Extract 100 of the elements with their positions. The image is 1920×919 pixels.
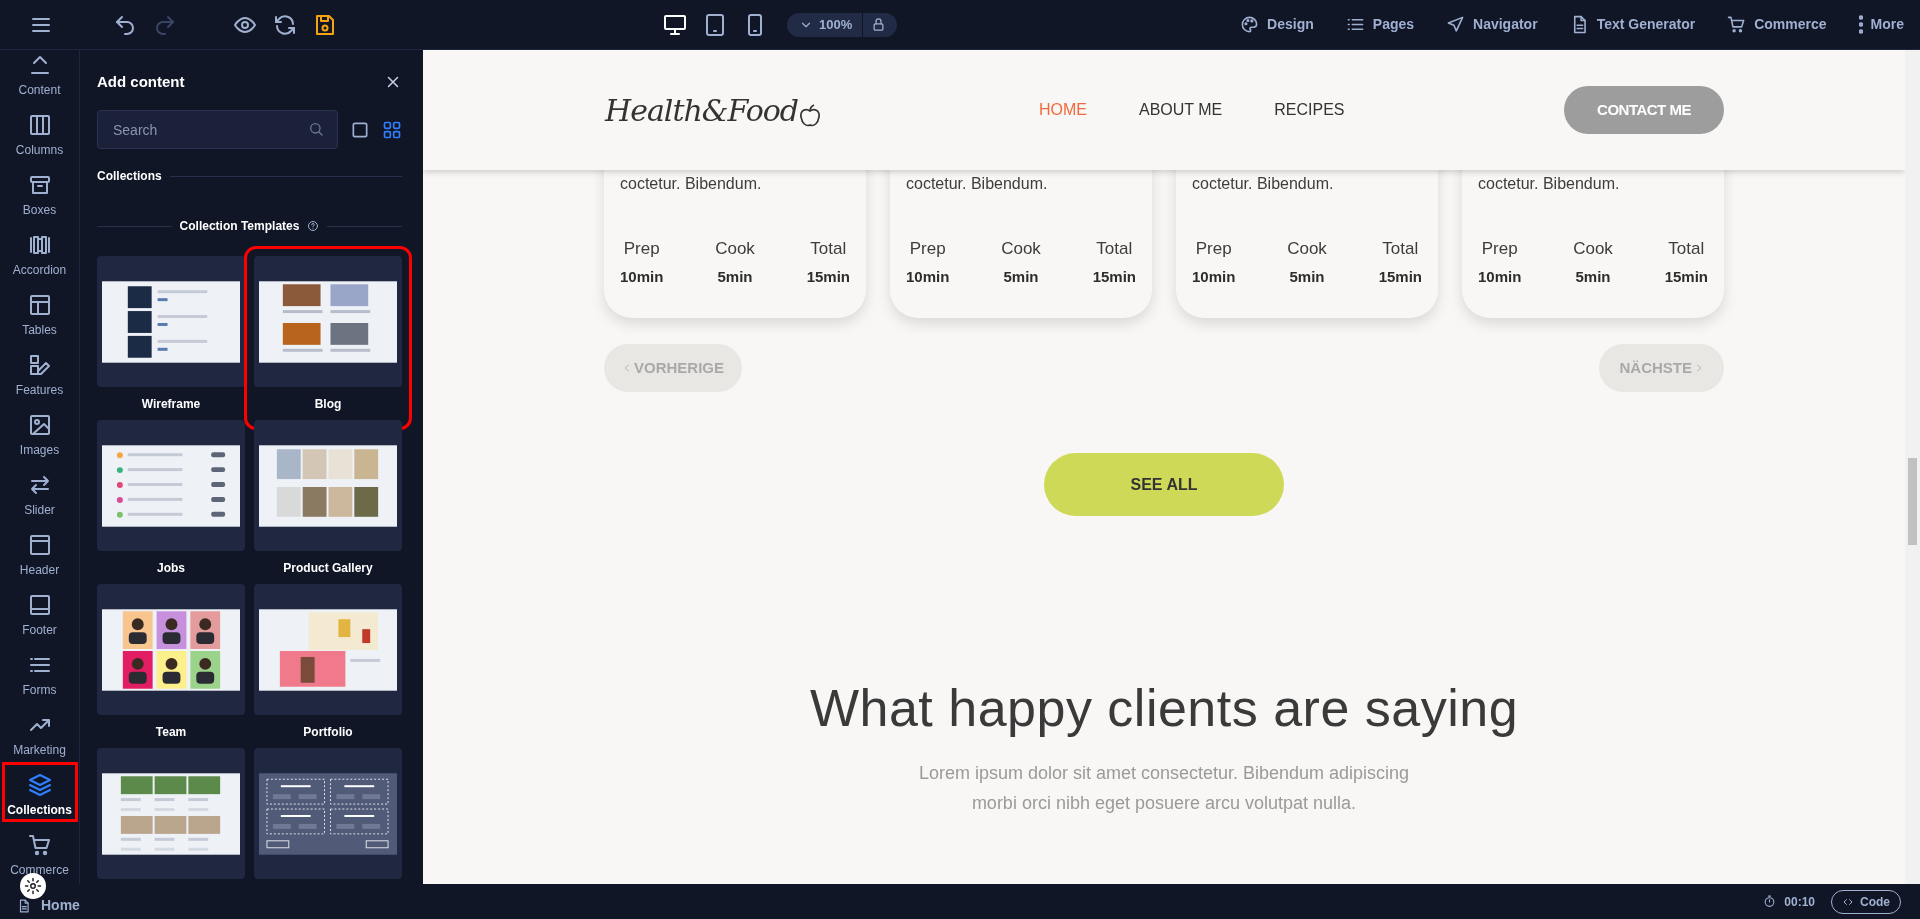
stat-label: Total [1668,238,1705,260]
card-text: coctetur. Bibendum. [1192,174,1335,194]
timer-text: 00:10 [1784,893,1815,911]
search-field[interactable]: Search [97,110,338,149]
sidebar-item[interactable]: Boxes [1,162,78,222]
more-icon [1858,15,1863,34]
section-heading: Collection Templates [179,218,300,235]
sidebar-item[interactable]: Collections [1,762,78,822]
stat-label: Cook [1001,238,1041,260]
stat-value: 5min [1575,266,1611,287]
nav-link[interactable]: ABOUT ME [1139,98,1223,122]
stat-value: 15min [1664,266,1708,287]
document-icon [17,898,31,913]
sidebar-item[interactable]: Tables [1,282,78,342]
palette-icon [1240,15,1260,34]
help-icon [307,220,320,232]
card-text: coctetur. Bibendum. [1478,174,1621,194]
sidebar-item[interactable]: Content [1,50,78,102]
card-text: coctetur. Bibendum. [906,174,1049,194]
search-icon [308,121,324,137]
refresh-button[interactable] [273,12,297,37]
layers-icon [27,773,52,797]
sidebar-item[interactable]: Columns [1,102,78,162]
menu-item[interactable]: More [1858,14,1904,35]
features-icon [27,353,52,377]
footer-layout-icon [27,593,52,617]
sidebar-item[interactable]: Commerce [1,822,78,882]
accordion-icon [27,233,52,257]
stat-value: 15min [806,266,850,287]
sidebar-item[interactable]: Images [1,402,78,462]
logo[interactable]: Health&Food [605,87,798,133]
see-all-button[interactable]: SEE ALL [1044,453,1284,516]
sidebar-item[interactable]: Header [1,522,78,582]
stat-value: 15min [1378,266,1422,287]
grid-view-button[interactable] [382,119,402,140]
page-name[interactable]: Home [41,895,80,916]
stat-value: 10min [1192,266,1236,287]
sidebar-item[interactable]: Features [1,342,78,402]
sidebar-item[interactable]: Slider [1,462,78,522]
columns-icon [27,113,52,137]
stat-label: Total [810,238,847,260]
stat-label: Prep [909,238,946,260]
stat-label: Total [1382,238,1419,260]
menu-item[interactable]: Navigator [1446,14,1538,35]
stat-label: Prep [1481,238,1518,260]
template-label: Wireframe [140,395,202,413]
navigation-arrow-icon [1446,15,1466,34]
template-label: Portfolio [302,723,354,741]
stat-label: Cook [1573,238,1613,260]
nav-link[interactable]: RECIPES [1274,98,1345,122]
stat-value: 15min [1092,266,1136,287]
sidebar-item[interactable]: Marketing [1,702,78,762]
image-icon [27,413,52,437]
cart-icon [27,833,52,857]
stat-label: Cook [715,238,755,260]
chevron-right-icon [1694,363,1704,373]
stat-value: 10min [1478,266,1522,287]
section-heading: Collections [97,168,162,185]
desktop-view-button[interactable] [663,12,687,37]
menu-item[interactable]: Design [1240,14,1314,35]
save-button[interactable] [313,12,337,37]
desktop-icon [663,12,687,37]
header-layout-icon [27,533,52,557]
refresh-icon [273,12,297,37]
apple-icon [799,102,821,129]
section-heading: What happy clients are saying [809,678,1519,738]
stat-value: 10min [906,266,950,287]
stat-label: Total [1096,238,1133,260]
settings-button[interactable] [20,873,46,899]
sidebar-item[interactable]: Forms [1,642,78,702]
chevron-left-icon [622,363,632,373]
tablet-view-button[interactable] [703,12,727,37]
stat-value: 5min [1003,266,1039,287]
grid-icon [382,119,402,140]
stat-value: 5min [1289,266,1325,287]
template-label: Product Gallery [282,559,374,577]
template-label: Team [154,723,188,741]
sidebar-item[interactable]: Accordion [1,222,78,282]
menu-item[interactable]: Text Generator [1569,14,1696,35]
menu-item[interactable]: Pages [1345,14,1415,35]
timer-icon [1763,895,1777,908]
lock-icon [871,17,887,32]
tablet-icon [703,12,727,37]
menu-item[interactable]: Commerce [1727,14,1827,35]
sidebar-item[interactable]: Footer [1,582,78,642]
stat-value: 10min [620,266,664,287]
template-label: Jobs [156,559,186,577]
panel-title: Add content [97,71,185,92]
box-icon [27,173,52,197]
section-description: Lorem ipsum dolor sit amet consectetur. Bibendum adipiscing morbi orci nibh eget posuere arcu volutpat nulla. [917,762,1411,815]
card-text: coctetur. Bibendum. [620,174,763,194]
stat-label: Prep [623,238,660,260]
stat-label: Cook [1287,238,1327,260]
stat-value: 5min [717,266,753,287]
stat-label: Prep [1195,238,1232,260]
table-layout-icon [27,293,52,317]
cart-icon [1727,15,1747,34]
settings-icon [24,877,42,895]
scrollbar[interactable] [1905,50,1920,884]
template-label: Blog [313,395,343,413]
